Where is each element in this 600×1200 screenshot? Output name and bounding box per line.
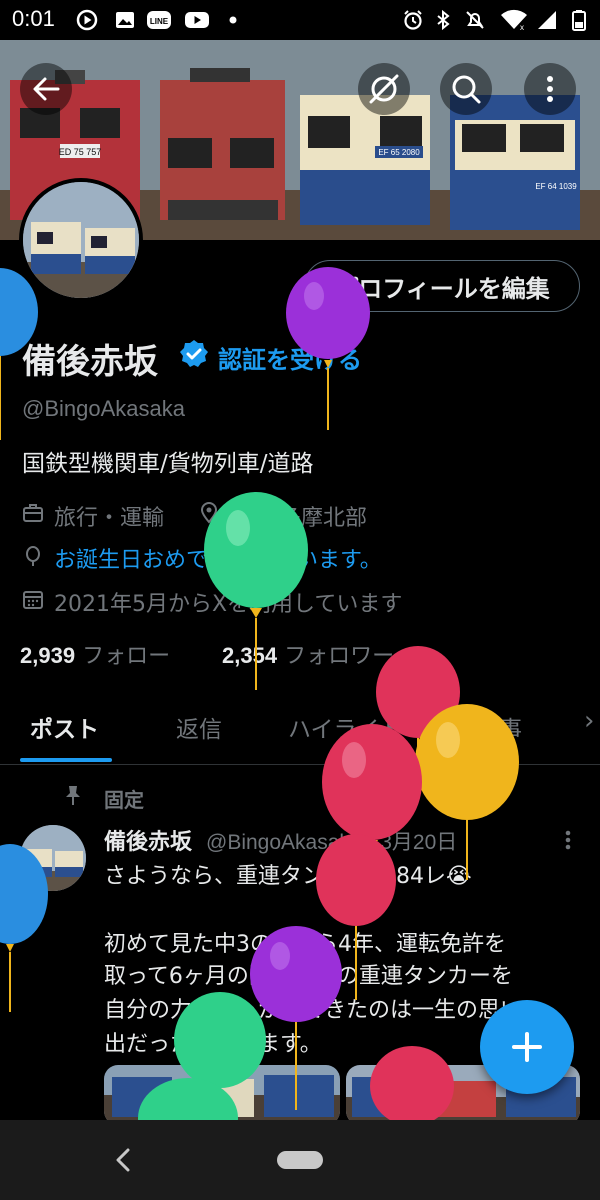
balloon-red-bottom — [370, 1046, 454, 1120]
nav-home-pill[interactable] — [277, 1151, 323, 1169]
balloon-blue-left-top — [0, 268, 38, 440]
birthday-balloons-overlay — [0, 267, 519, 1120]
nav-back-icon[interactable] — [110, 1144, 138, 1176]
balloon-purple-lower — [250, 926, 342, 1110]
balloon-purple — [286, 267, 370, 430]
balloon-blue-left-bottom — [0, 844, 48, 1012]
balloon-yellow — [415, 704, 519, 880]
balloon-green-middle — [204, 492, 308, 690]
